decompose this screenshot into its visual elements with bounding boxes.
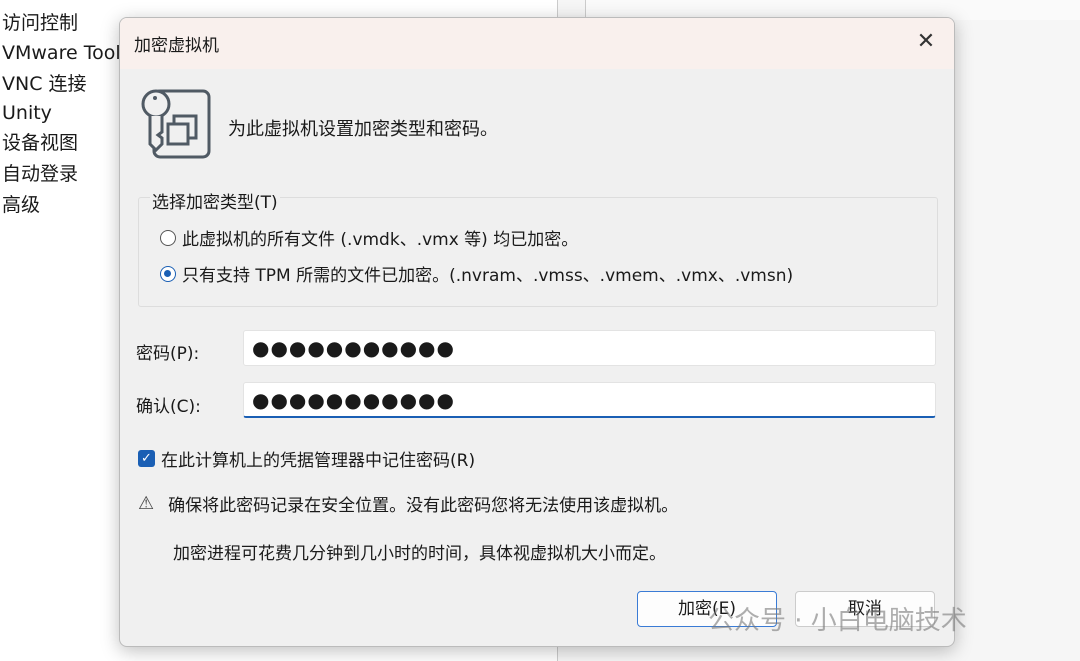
password-input[interactable]: ●●●●●●●●●●● — [243, 330, 936, 366]
encryption-type-group — [138, 197, 938, 307]
warning-icon: ⚠ — [138, 493, 155, 514]
warning-text: 确保将此密码记录在安全位置。没有此密码您将无法使用该虚拟机。 — [168, 496, 679, 516]
password-label: 密码(P): — [136, 344, 200, 364]
radio-label: 此虚拟机的所有文件 (.vmdk、.vmx 等) 均已加密。 — [182, 230, 579, 250]
confirm-label: 确认(C): — [136, 397, 201, 417]
radio-label: 只有支持 TPM 所需的文件已加密。(.nvram、.vmss、.vmem、.v… — [182, 266, 794, 286]
checkbox-label: 在此计算机上的凭据管理器中记住密码(R) — [161, 451, 476, 471]
encryption-type-label: 选择加密类型(T) — [150, 188, 280, 213]
confirm-password-input[interactable]: ●●●●●●●●●●● — [243, 382, 936, 418]
key-encryption-icon — [141, 89, 211, 159]
close-icon[interactable]: ✕ — [910, 26, 942, 58]
radio-button[interactable] — [160, 229, 176, 246]
sidebar-item-unity[interactable]: Unity — [2, 98, 52, 128]
dialog-description: 为此虚拟机设置加密类型和密码。 — [228, 119, 498, 140]
remember-password-checkbox[interactable]: ✓ 在此计算机上的凭据管理器中记住密码(R) — [138, 446, 475, 471]
sidebar-item-device-view[interactable]: 设备视图 — [2, 128, 78, 158]
sidebar-item-access-control[interactable]: 访问控制 — [2, 8, 78, 38]
radio-tpm-files[interactable]: 只有支持 TPM 所需的文件已加密。(.nvram、.vmss、.vmem、.v… — [160, 261, 793, 286]
sidebar-item-vmware-tools[interactable]: VMware Tools — [2, 38, 131, 68]
watermark: 公众号 · 小白电脑技术 — [708, 606, 967, 636]
warning-message: ⚠ 确保将此密码记录在安全位置。没有此密码您将无法使用该虚拟机。 — [138, 491, 678, 516]
sidebar-item-vnc[interactable]: VNC 连接 — [2, 69, 87, 99]
encryption-note: 加密进程可花费几分钟到几小时的时间，具体视虚拟机大小而定。 — [173, 544, 666, 564]
title-bar: 加密虚拟机 ✕ — [120, 18, 954, 69]
sidebar-item-advanced[interactable]: 高级 — [2, 190, 40, 220]
checkbox-checked-icon[interactable]: ✓ — [138, 450, 155, 467]
sidebar-item-autologin[interactable]: 自动登录 — [2, 159, 78, 189]
encrypt-vm-dialog: 加密虚拟机 ✕ 为此虚拟机设置加密类型和密码。 选择加密类型(T) 此虚拟机的所… — [119, 17, 955, 647]
radio-all-files[interactable]: 此虚拟机的所有文件 (.vmdk、.vmx 等) 均已加密。 — [160, 225, 578, 250]
radio-button-selected[interactable] — [160, 265, 176, 282]
dialog-title: 加密虚拟机 — [134, 36, 219, 56]
